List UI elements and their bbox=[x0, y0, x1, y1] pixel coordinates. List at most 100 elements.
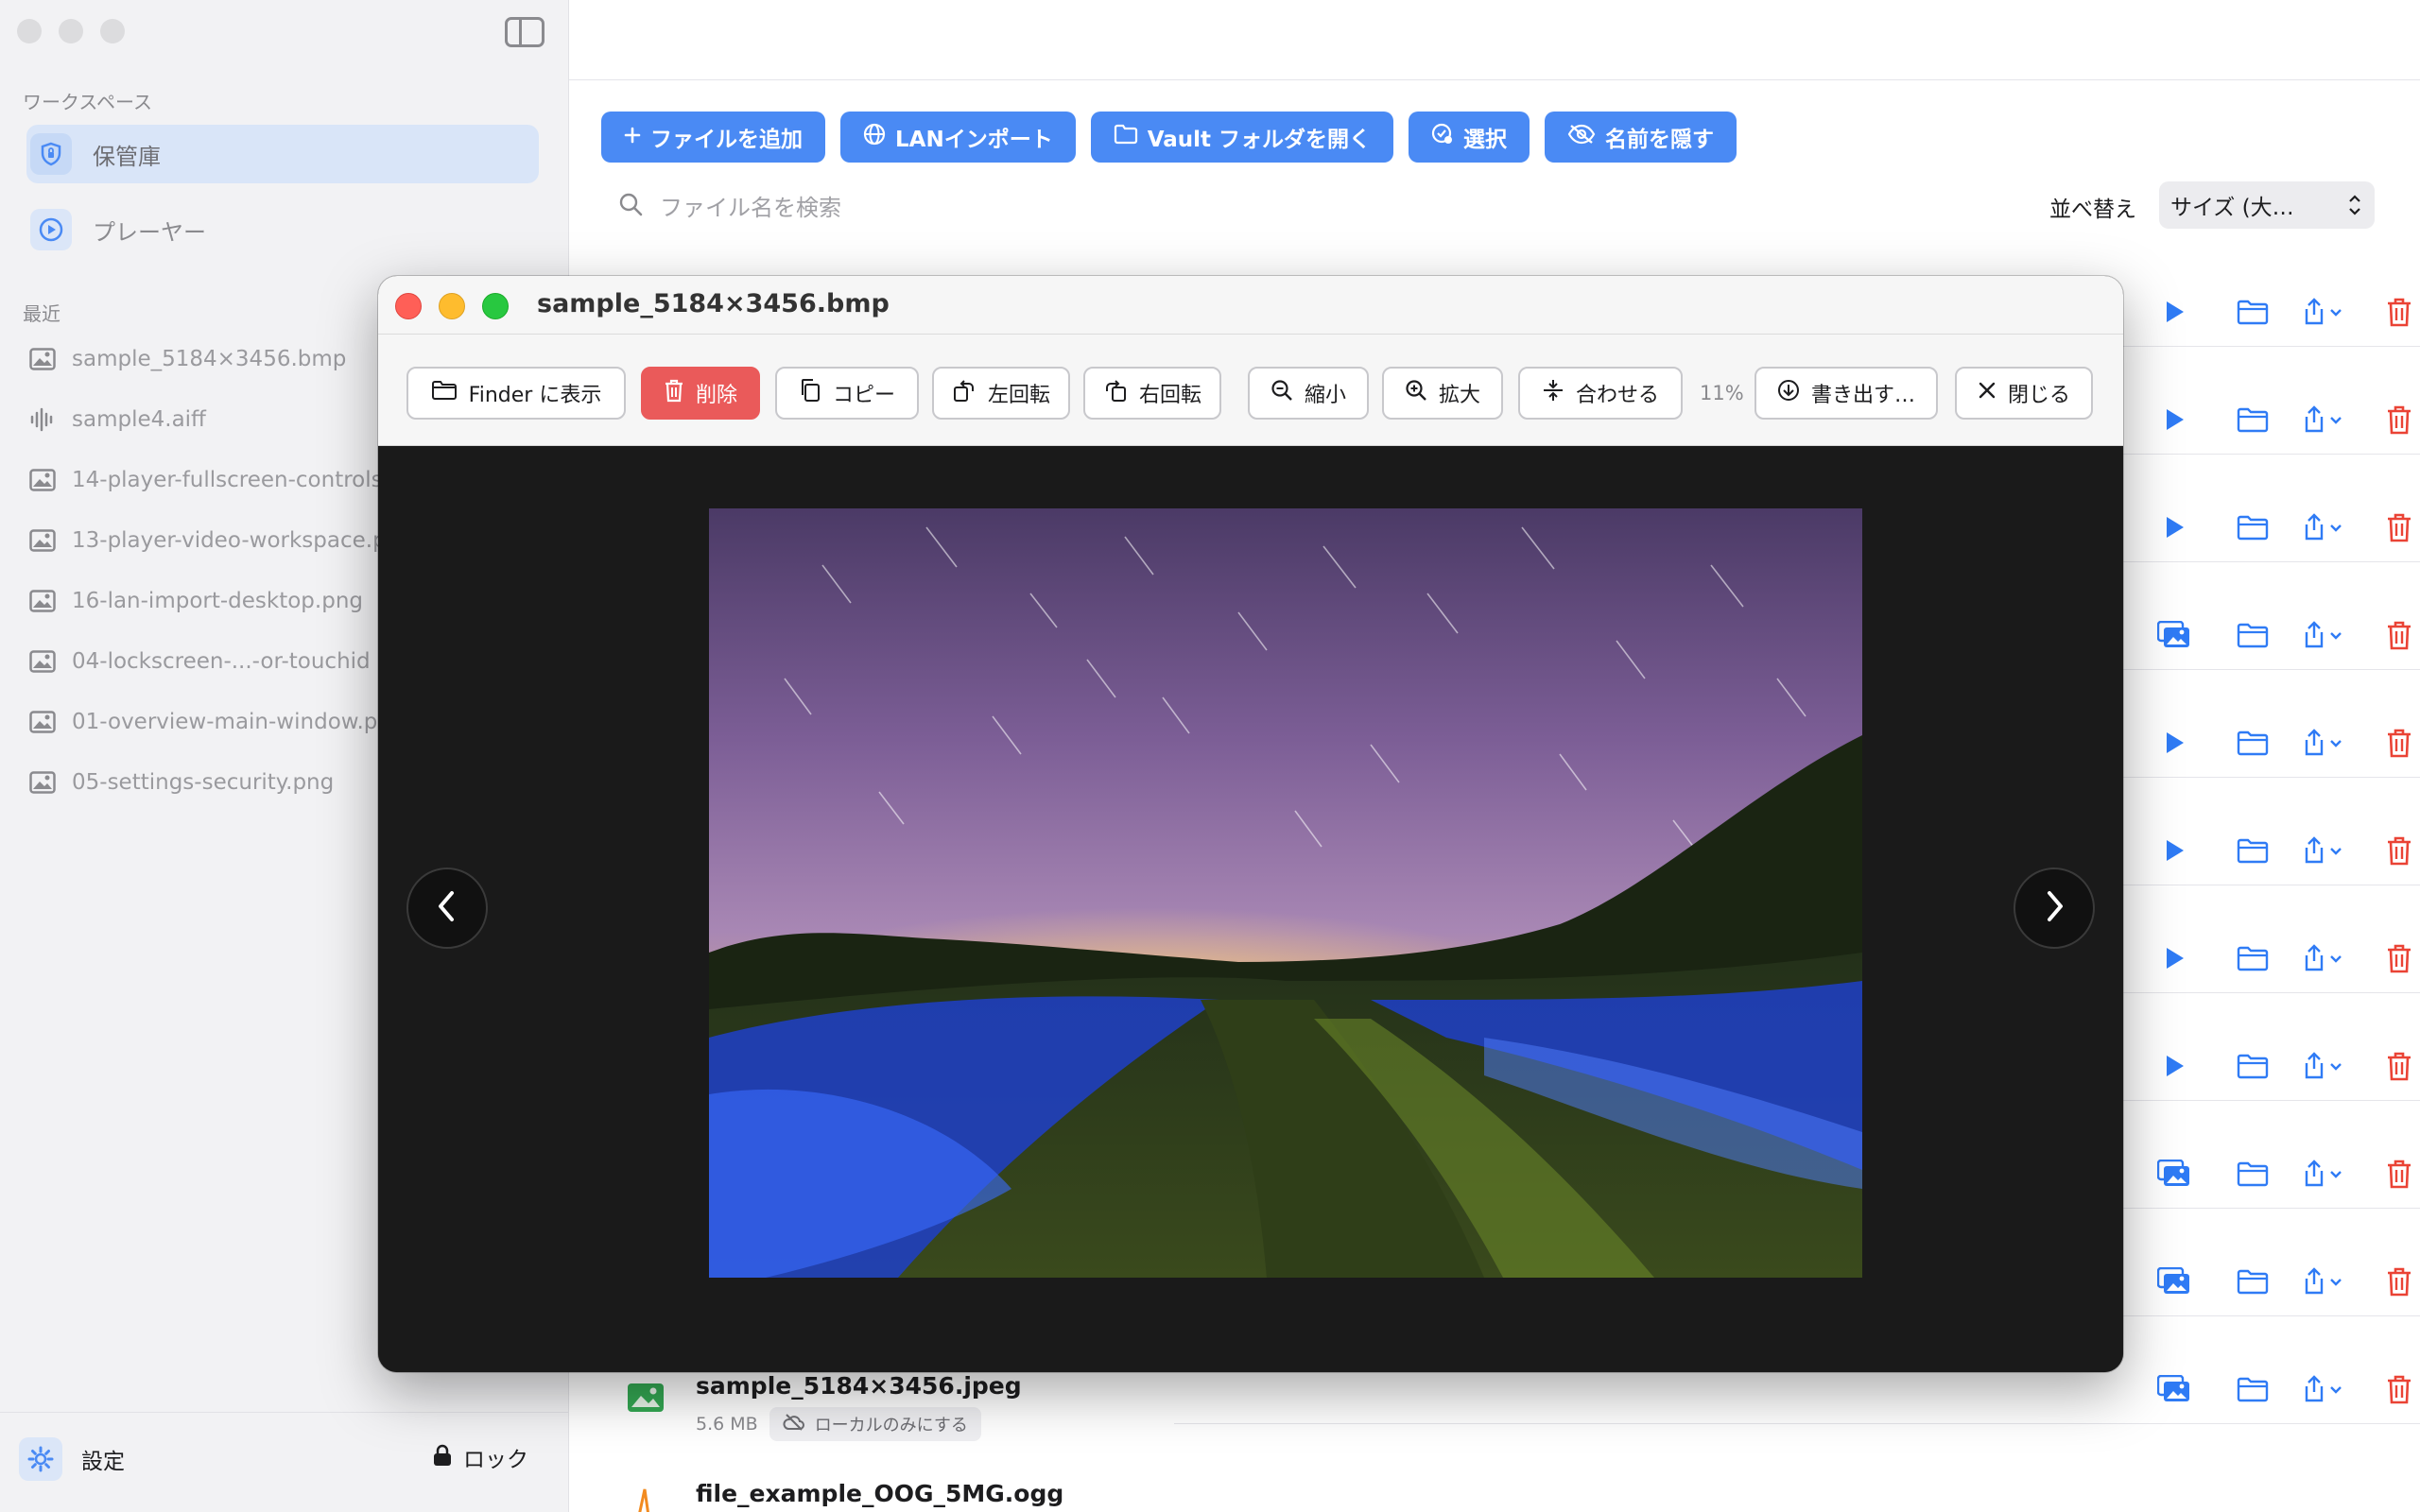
photo-gallery-button[interactable] bbox=[2148, 1372, 2201, 1410]
folder-button[interactable] bbox=[2229, 726, 2276, 764]
zoom-out-button[interactable]: 縮小 bbox=[1248, 367, 1369, 420]
previous-image-button[interactable] bbox=[406, 868, 488, 949]
recent-item[interactable]: 16-lan-import-desktop.png bbox=[28, 582, 388, 620]
folder-button[interactable] bbox=[2229, 1372, 2276, 1410]
file-row[interactable]: sample_5184×3456.jpeg 5.6 MB ローカルのみにする bbox=[626, 1372, 1022, 1441]
share-menu-button[interactable] bbox=[2293, 618, 2354, 656]
fit-button[interactable]: 合わせる bbox=[1518, 367, 1683, 420]
photo-gallery-button[interactable] bbox=[2148, 1157, 2201, 1194]
sidebar-toggle-icon[interactable] bbox=[505, 17, 544, 47]
trash-button[interactable] bbox=[2377, 833, 2420, 871]
close-viewer-button[interactable]: 閉じる bbox=[1955, 367, 2093, 420]
preview-image bbox=[709, 508, 1862, 1278]
folder-button[interactable] bbox=[2229, 941, 2276, 979]
share-menu-button[interactable] bbox=[2293, 1049, 2354, 1087]
recent-item[interactable]: 04-lockscreen-...-or-touchid bbox=[28, 643, 388, 680]
recent-item[interactable]: 01-overview-main-window.pr bbox=[28, 703, 388, 741]
rotate-right-button[interactable]: 右回転 bbox=[1083, 367, 1221, 420]
photo-gallery-button[interactable] bbox=[2148, 1264, 2201, 1302]
sidebar-item-vault[interactable]: 保管庫 bbox=[26, 125, 539, 183]
trash-button[interactable] bbox=[2377, 1049, 2420, 1087]
share-menu-button[interactable] bbox=[2293, 295, 2354, 333]
trash-button[interactable] bbox=[2377, 1372, 2420, 1410]
sort-select[interactable]: サイズ (大… bbox=[2159, 181, 2375, 229]
trash-button[interactable] bbox=[2377, 403, 2420, 440]
share-menu-button[interactable] bbox=[2293, 1157, 2354, 1194]
folder-button[interactable] bbox=[2229, 618, 2276, 656]
trash-button[interactable] bbox=[2377, 1264, 2420, 1302]
folder-button[interactable] bbox=[2229, 1049, 2276, 1087]
play-button[interactable] bbox=[2148, 1049, 2201, 1087]
trash-button[interactable] bbox=[2377, 726, 2420, 764]
trash-button[interactable] bbox=[2377, 1157, 2420, 1194]
share-icon bbox=[2303, 836, 2344, 868]
recent-item[interactable]: 13-player-video-workspace.p bbox=[28, 522, 388, 559]
chevron-up-down-icon bbox=[2348, 191, 2361, 225]
zoom-out-icon bbox=[1270, 379, 1293, 407]
row-actions bbox=[2148, 1049, 2420, 1087]
play-icon bbox=[2162, 514, 2187, 544]
folder-button[interactable] bbox=[2229, 510, 2276, 548]
search-field[interactable]: ファイル名を検索 bbox=[618, 189, 841, 222]
lan-import-button[interactable]: LANインポート bbox=[840, 112, 1076, 163]
share-menu-button[interactable] bbox=[2293, 1264, 2354, 1302]
fit-icon bbox=[1542, 378, 1564, 408]
settings-label: 設定 bbox=[81, 1450, 125, 1474]
delete-button[interactable]: 削除 bbox=[641, 367, 760, 420]
minimize-window-button[interactable] bbox=[59, 19, 83, 43]
play-button[interactable] bbox=[2148, 510, 2201, 548]
recent-item[interactable]: sample_5184×3456.bmp bbox=[28, 340, 388, 378]
search-input[interactable]: ファイル名を検索 bbox=[660, 189, 841, 222]
folder-icon bbox=[2237, 514, 2269, 544]
folder-button[interactable] bbox=[2229, 295, 2276, 333]
play-button[interactable] bbox=[2148, 941, 2201, 979]
folder-button[interactable] bbox=[2229, 403, 2276, 440]
share-menu-button[interactable] bbox=[2293, 941, 2354, 979]
play-button[interactable] bbox=[2148, 833, 2201, 871]
copy-button[interactable]: コピー bbox=[775, 367, 919, 420]
share-icon bbox=[2303, 1160, 2344, 1192]
recent-item[interactable]: 14-player-fullscreen-controls bbox=[28, 461, 388, 499]
viewer-zoom-dot[interactable] bbox=[482, 293, 509, 319]
recent-item[interactable]: sample4.aiff bbox=[28, 401, 388, 438]
viewer-close-dot[interactable] bbox=[395, 293, 422, 319]
share-menu-button[interactable] bbox=[2293, 403, 2354, 440]
share-menu-button[interactable] bbox=[2293, 833, 2354, 871]
zoom-window-button[interactable] bbox=[100, 19, 125, 43]
photo-gallery-button[interactable] bbox=[2148, 618, 2201, 656]
folder-button[interactable] bbox=[2229, 833, 2276, 871]
add-file-label: ファイルを追加 bbox=[650, 128, 803, 152]
trash-button[interactable] bbox=[2377, 941, 2420, 979]
rotate-left-button[interactable]: 左回転 bbox=[932, 367, 1070, 420]
trash-button[interactable] bbox=[2377, 295, 2420, 333]
export-button[interactable]: 書き出す… bbox=[1754, 367, 1938, 420]
folder-button[interactable] bbox=[2229, 1157, 2276, 1194]
open-vault-folder-button[interactable]: Vault フォルダを開く bbox=[1090, 112, 1394, 163]
trash-button[interactable] bbox=[2377, 510, 2420, 548]
viewer-minimize-dot[interactable] bbox=[439, 293, 465, 319]
trash-button[interactable] bbox=[2377, 618, 2420, 656]
viewer-toolbar: Finder に表示 削除 コピー 左回転 右回転 縮小 拡大 合わせる 11%… bbox=[378, 335, 2123, 446]
audio-file-icon bbox=[626, 1484, 667, 1512]
settings-button[interactable]: 設定 bbox=[19, 1437, 125, 1481]
close-window-button[interactable] bbox=[17, 19, 42, 43]
select-button[interactable]: 選択 bbox=[1409, 112, 1530, 163]
share-menu-button[interactable] bbox=[2293, 510, 2354, 548]
file-row[interactable]: file_example_OOG_5MG.ogg bbox=[626, 1480, 1063, 1512]
local-only-button[interactable]: ローカルのみにする bbox=[769, 1407, 981, 1441]
add-file-button[interactable]: ファイルを追加 bbox=[601, 112, 825, 163]
hide-names-button[interactable]: 名前を隠す bbox=[1545, 112, 1737, 163]
zoom-in-button[interactable]: 拡大 bbox=[1382, 367, 1503, 420]
show-in-finder-button[interactable]: Finder に表示 bbox=[406, 367, 626, 420]
next-image-button[interactable] bbox=[2014, 868, 2095, 949]
share-menu-button[interactable] bbox=[2293, 1372, 2354, 1410]
share-menu-button[interactable] bbox=[2293, 726, 2354, 764]
folder-button[interactable] bbox=[2229, 1264, 2276, 1302]
play-button[interactable] bbox=[2148, 295, 2201, 333]
play-button[interactable] bbox=[2148, 403, 2201, 440]
lock-button[interactable]: ロック bbox=[433, 1441, 528, 1473]
play-button[interactable] bbox=[2148, 726, 2201, 764]
recent-item[interactable]: 05-settings-security.png bbox=[28, 764, 388, 801]
sidebar-item-player[interactable]: プレーヤー bbox=[26, 200, 539, 259]
row-actions bbox=[2148, 726, 2420, 764]
